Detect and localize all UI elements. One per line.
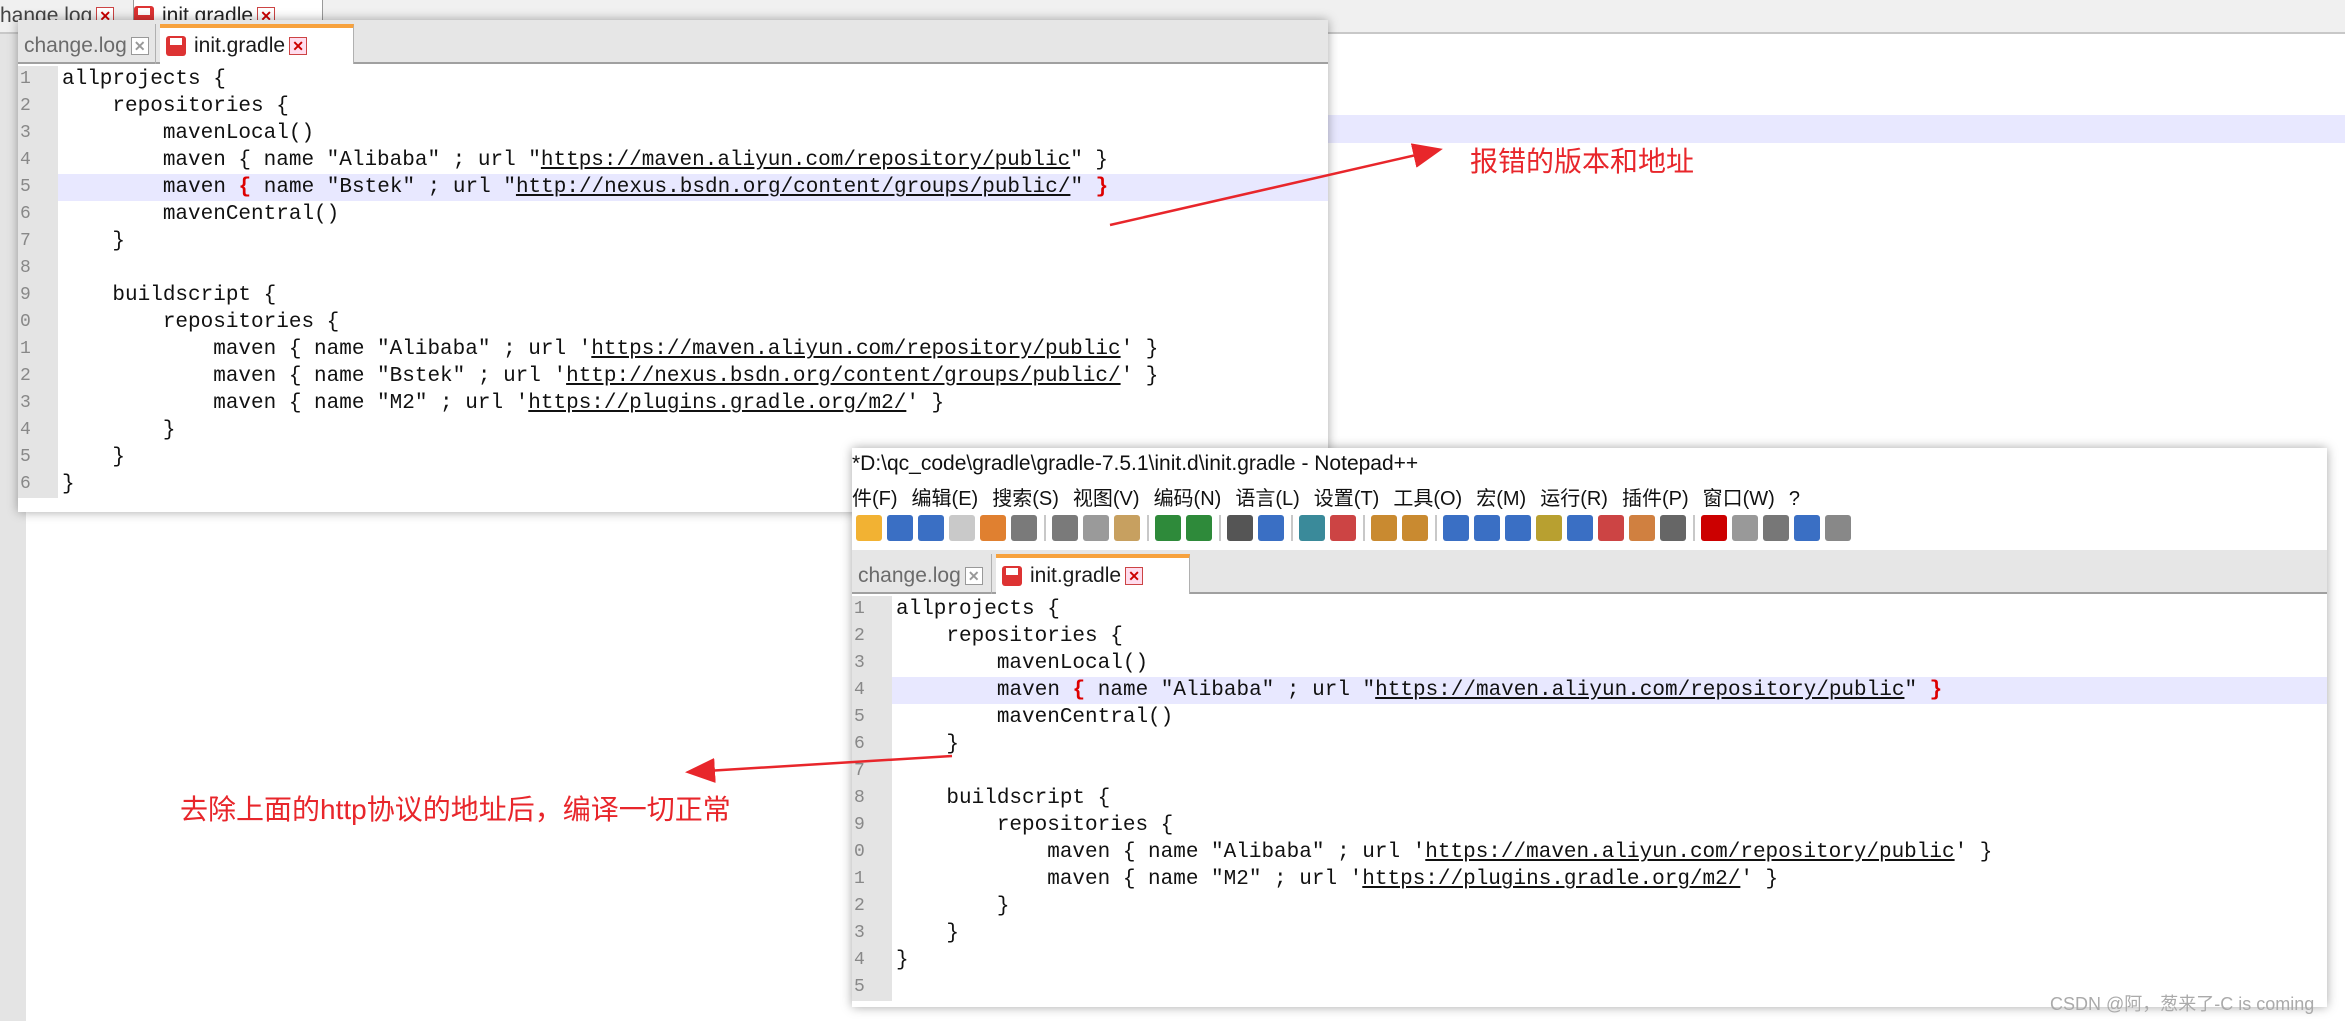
- annotation-error-note: 报错的版本和地址: [1470, 146, 1695, 177]
- arrow-to-fix-note: [685, 754, 953, 783]
- watermark: CSDN @阿，葱来了-C is coming: [2050, 994, 2315, 1014]
- annotation-arrows: [685, 143, 1443, 783]
- annotation-fix-note: 去除上面的http协议的地址后，编译一切正常: [180, 794, 731, 825]
- arrow-to-error-note: [1109, 143, 1443, 227]
